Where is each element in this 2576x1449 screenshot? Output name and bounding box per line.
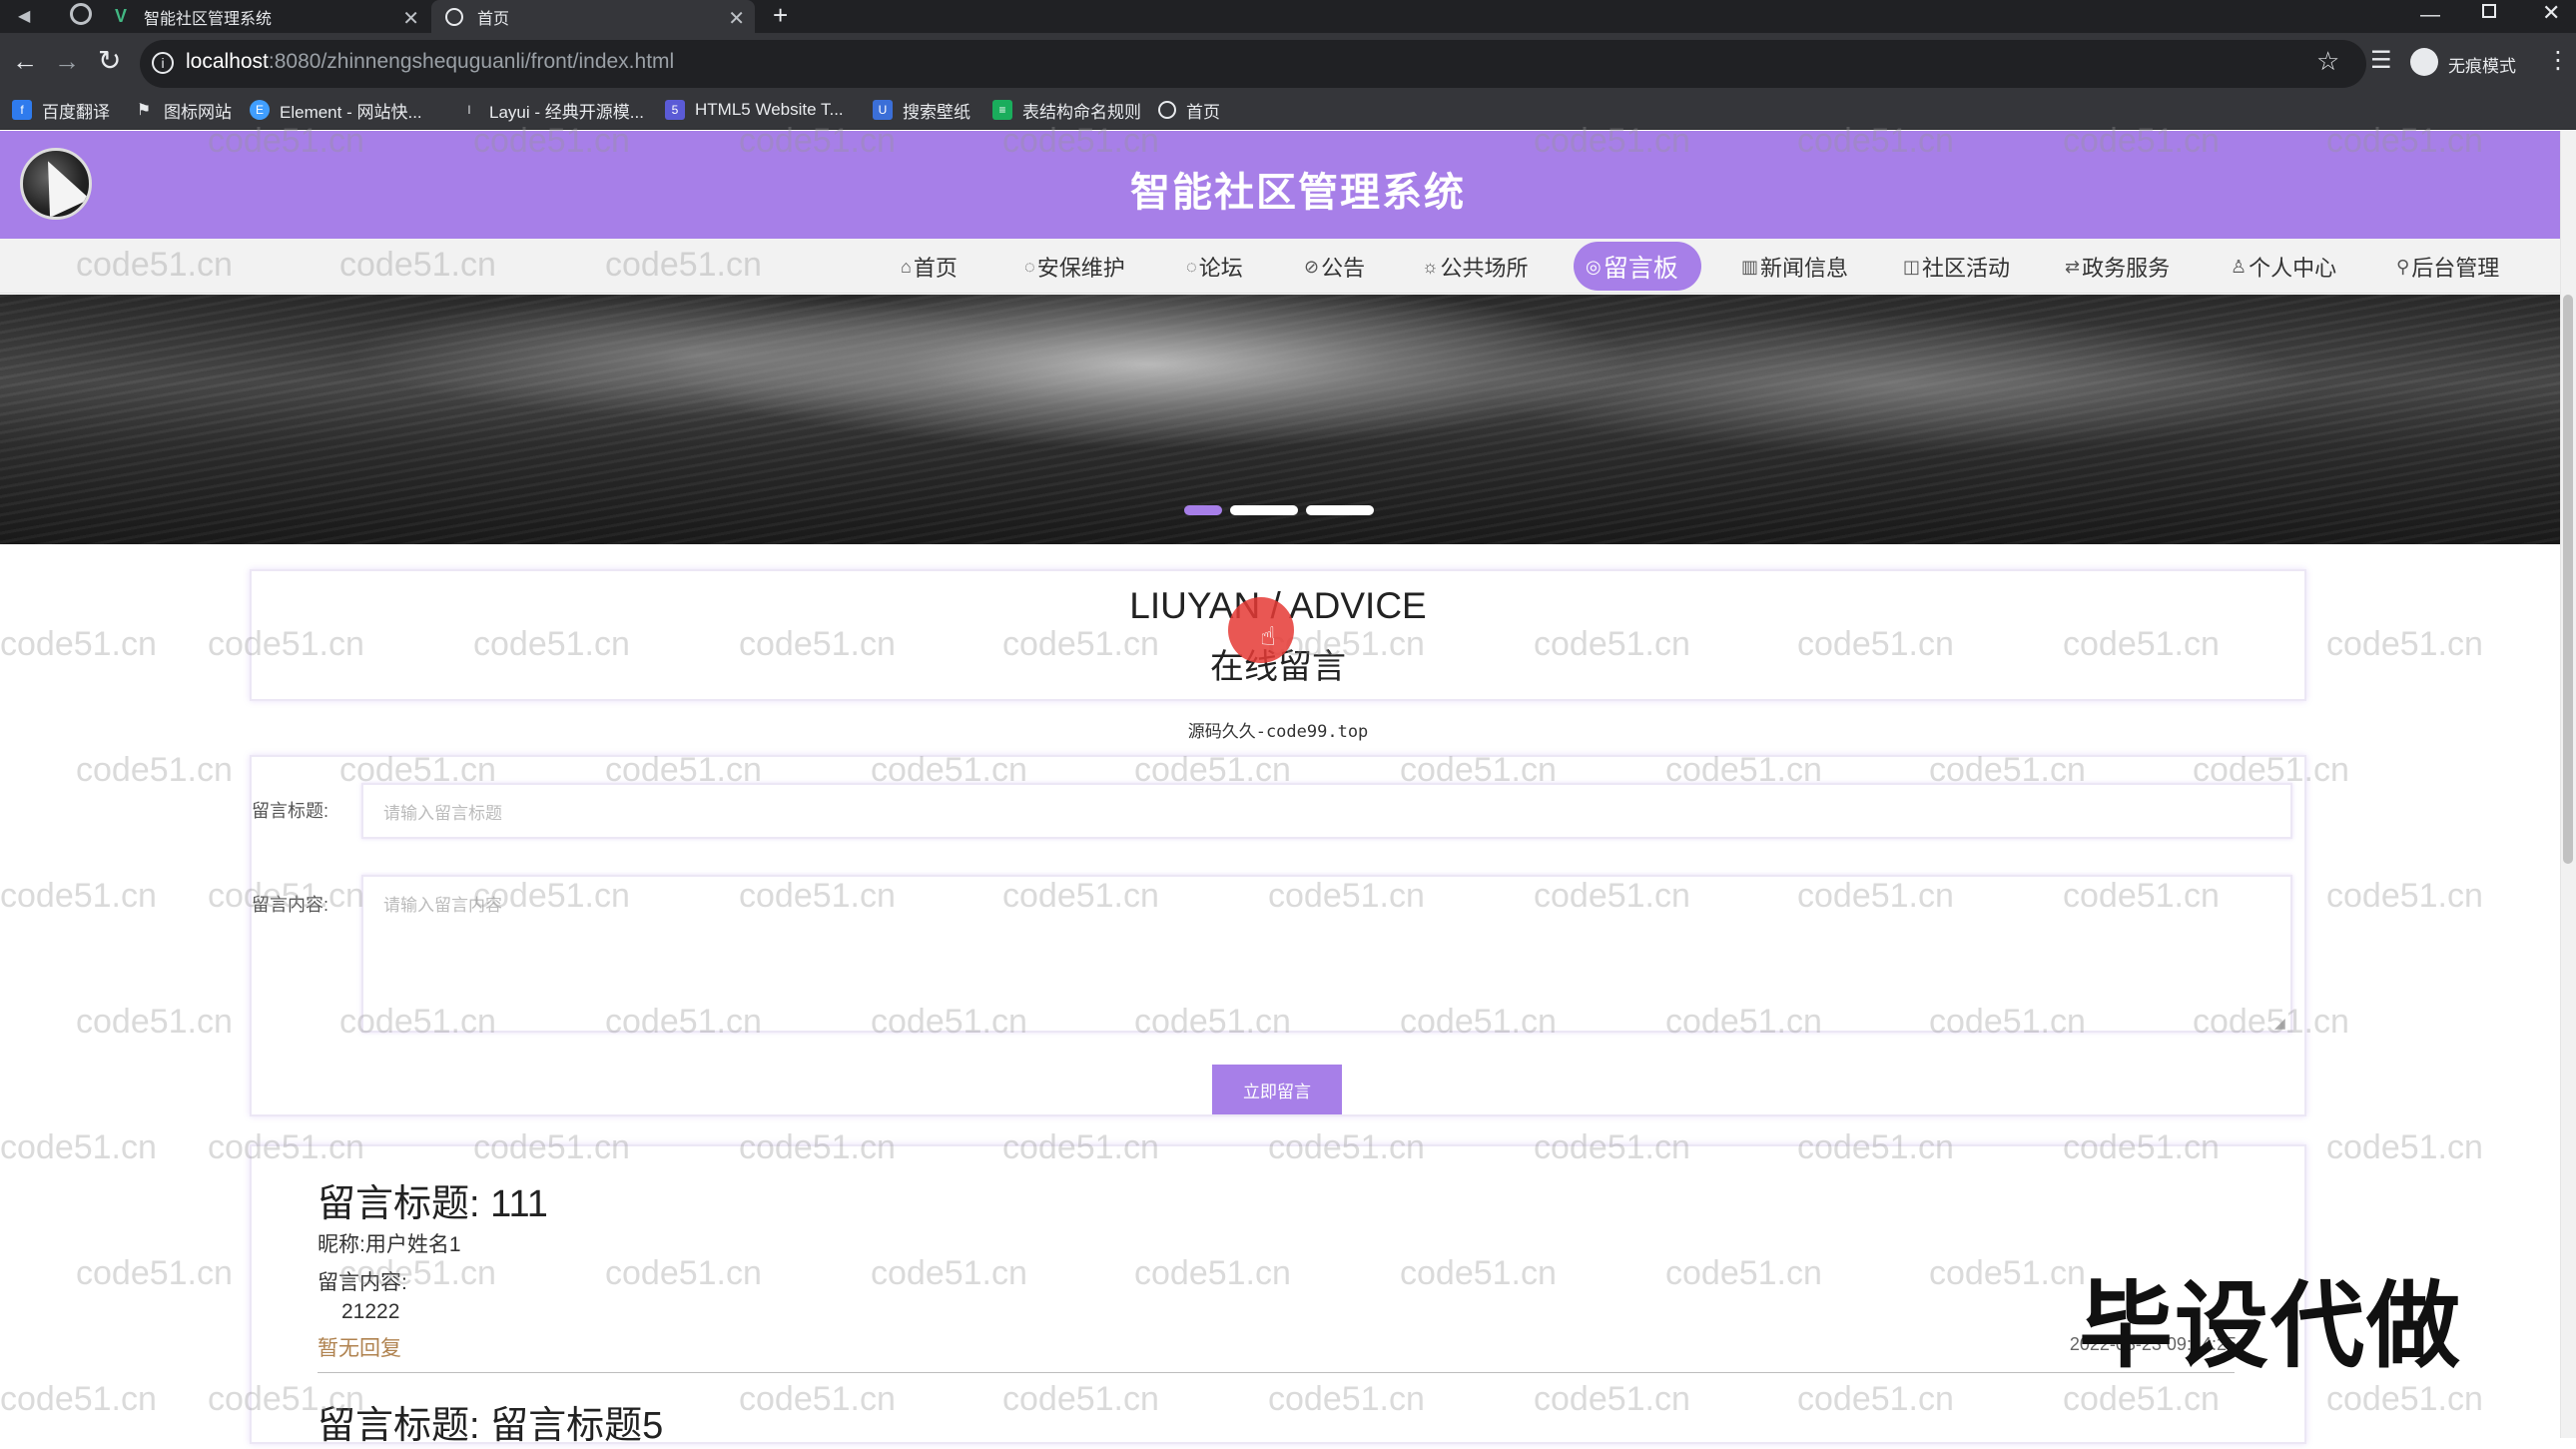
browser-tab-admin[interactable]: V 智能社区管理系统 ✕: [112, 0, 429, 33]
globe-icon: [445, 7, 463, 26]
bookmark-item[interactable]: ⚑ 图标网站: [134, 96, 232, 124]
content-field-label: 留言内容:: [252, 895, 329, 915]
carousel-dot-active[interactable]: [1184, 505, 1222, 515]
translate-icon: f: [12, 100, 32, 120]
nav-item-public-place[interactable]: ☼ 公共场所: [1422, 250, 1529, 284]
nav-item-gov-services[interactable]: ⇄ 政务服务: [2065, 250, 2170, 284]
watermark: code51.cn: [76, 1254, 233, 1292]
submit-message-button[interactable]: 立即留言: [1212, 1065, 1342, 1114]
bookmark-item[interactable]: U 搜索壁纸: [873, 96, 970, 124]
carousel-dot[interactable]: [1306, 505, 1374, 515]
profile-label[interactable]: 无痕模式: [2448, 52, 2516, 77]
element-icon: E: [250, 100, 270, 120]
wallpaper-icon: U: [873, 100, 893, 120]
nav-item-activities[interactable]: ◫ 社区活动: [1903, 250, 2010, 284]
tab-search-icon[interactable]: [70, 3, 92, 25]
nav-item-message-board[interactable]: ◎ 留言板: [1586, 250, 1678, 284]
link-icon: ⚲: [2396, 256, 2410, 277]
new-tab-button[interactable]: +: [773, 0, 788, 31]
menu-kebab-icon[interactable]: ⋮: [2546, 46, 2570, 75]
incognito-icon[interactable]: [2410, 48, 2438, 76]
source-note: 源码久久-code99.top: [1187, 722, 1369, 742]
resize-handle-icon[interactable]: ◢: [2274, 1015, 2285, 1032]
message-reply-status: 暂无回复: [318, 1337, 401, 1360]
watermark: code51.cn: [76, 1003, 233, 1041]
nav-item-security[interactable]: ◌ 安保维护: [1024, 250, 1125, 284]
message-content-label: 留言内容:: [318, 1271, 407, 1294]
watermark: code51.cn: [0, 877, 157, 915]
bookmark-item[interactable]: f 百度翻译: [12, 96, 110, 124]
restore-icon[interactable]: [2482, 4, 2496, 18]
nav-item-announcement[interactable]: ⊘ 公告: [1304, 250, 1365, 284]
nav-item-admin[interactable]: ⚲ 后台管理: [2396, 250, 2499, 284]
star-icon[interactable]: ☆: [2316, 46, 2339, 77]
message-title: 留言标题: 留言标题5: [318, 1405, 664, 1447]
info-icon[interactable]: i: [152, 52, 174, 74]
html5-icon: 5: [665, 100, 685, 120]
flag-icon: ⚑: [136, 102, 152, 119]
message-nickname: 昵称:用户姓名1: [318, 1233, 461, 1256]
nav-item-forum[interactable]: ◌ 论坛: [1186, 250, 1243, 284]
home-icon: ⌂: [901, 256, 912, 277]
watermark: code51.cn: [0, 1380, 157, 1418]
message-divider: [318, 1372, 2235, 1373]
content-textarea[interactable]: 请输入留言内容: [361, 875, 2292, 1033]
url-text[interactable]: localhost:8080/zhinnengshequguanli/front…: [186, 50, 674, 74]
vue-logo-icon: V: [114, 6, 127, 26]
activity-icon: ◫: [1903, 256, 1921, 277]
minimize-icon[interactable]: —: [2420, 4, 2440, 27]
scrollbar-thumb[interactable]: [2563, 295, 2573, 864]
watermark: code51.cn: [2326, 877, 2483, 915]
table-icon: ≡: [992, 100, 1012, 120]
shield-icon: ◌: [1024, 256, 1035, 277]
hand-cursor-icon: ☝: [1260, 621, 1276, 651]
site-title: 智能社区管理系统: [1130, 171, 1466, 215]
globe-icon: [1158, 101, 1176, 119]
title-input[interactable]: 请输入留言标题: [361, 783, 2292, 839]
bookmark-item[interactable]: ≡ 表结构命名规则: [992, 96, 1141, 124]
place-icon: ☼: [1422, 256, 1439, 277]
news-icon: ▥: [1741, 256, 1759, 277]
layui-icon: l: [467, 103, 471, 117]
carousel-dot[interactable]: [1230, 505, 1298, 515]
back-icon[interactable]: ←: [12, 46, 38, 77]
bookmark-item[interactable]: E Element - 网站快...: [250, 96, 422, 124]
browser-tab-home[interactable]: 首页 ✕: [431, 0, 755, 33]
corner-watermark: 毕设代做: [2079, 1273, 2463, 1378]
message-title: 留言标题: 111: [318, 1183, 548, 1225]
tab-title: 首页: [477, 10, 510, 28]
user-icon: ♙: [2231, 256, 2248, 277]
reload-icon[interactable]: ↻: [98, 44, 121, 77]
close-window-icon[interactable]: ✕: [2542, 0, 2560, 26]
bookmark-item[interactable]: l Layui - 经典开源模...: [459, 96, 644, 124]
watermark: code51.cn: [2326, 1128, 2483, 1166]
service-icon: ⇄: [2065, 256, 2081, 277]
announcement-icon: ⊘: [1304, 256, 1320, 277]
watermark: code51.cn: [0, 1128, 157, 1166]
forum-icon: ◌: [1186, 256, 1197, 277]
bookmark-item[interactable]: 5 HTML5 Website T...: [665, 96, 844, 124]
main-nav: [0, 239, 2560, 294]
nav-item-news[interactable]: ▥ 新闻信息: [1741, 250, 1848, 284]
message-icon: ◎: [1586, 256, 1602, 277]
watermark: code51.cn: [76, 751, 233, 789]
nav-item-personal-center[interactable]: ♙ 个人中心: [2231, 250, 2336, 284]
message-content: 21222: [341, 1300, 400, 1323]
reading-list-icon[interactable]: ☰: [2370, 46, 2392, 75]
forward-icon[interactable]: →: [54, 46, 80, 77]
tab-close-icon[interactable]: ✕: [728, 6, 745, 31]
tab-title: 智能社区管理系统: [144, 10, 273, 28]
bookmark-item[interactable]: 首页: [1158, 96, 1220, 124]
title-field-label: 留言标题:: [252, 801, 329, 821]
tab-close-icon[interactable]: ✕: [402, 6, 419, 31]
nav-item-home[interactable]: ⌂ 首页: [901, 250, 958, 284]
tab-audio-icon[interactable]: ◀: [18, 6, 30, 26]
